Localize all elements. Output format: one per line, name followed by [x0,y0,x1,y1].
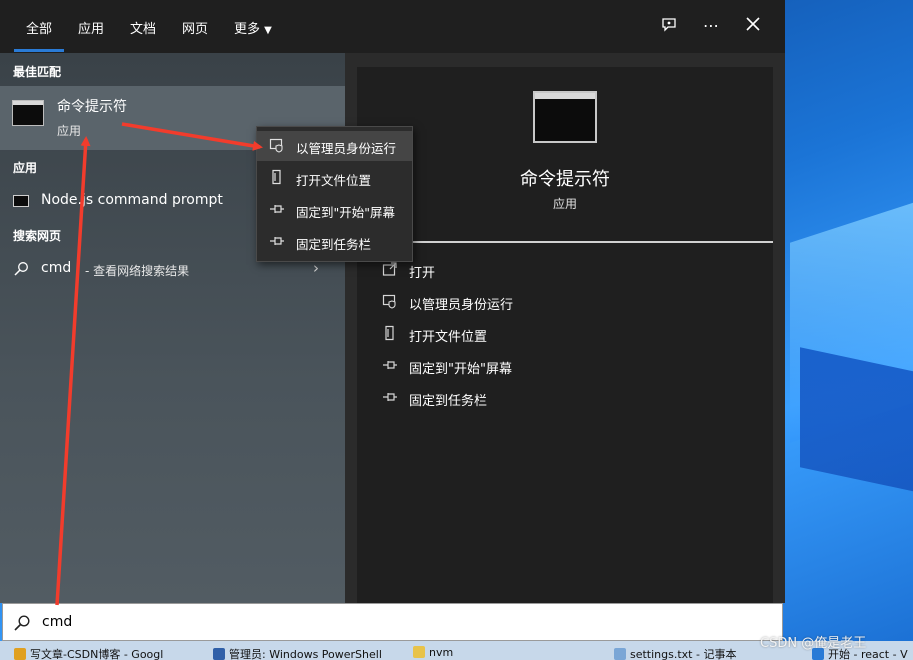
best-match-subtitle: 应用 [57,124,82,138]
shield-icon [268,137,286,155]
caret-down-icon: ▼ [264,25,272,36]
taskbar-item-nvm[interactable]: nvm [413,646,473,660]
pin-icon-svg [270,205,284,213]
taskbar-item-powershell[interactable]: 管理员: Windows PowerShell [213,646,403,660]
context-open-file-location[interactable]: 打开文件位置 [257,163,412,193]
taskbar-item-label: settings.txt - 记事本 [630,648,737,660]
chrome-icon [14,648,26,660]
apps-header: 应用 [13,161,38,175]
context-run-as-admin[interactable]: 以管理员身份运行 [257,131,412,161]
active-tab-indicator [14,49,64,52]
shield-icon [381,293,399,311]
search-icon [14,262,28,276]
tab-apps[interactable]: 应用 [78,18,104,37]
file-icon [381,325,399,343]
taskbar-item-notepad[interactable]: settings.txt - 记事本 [614,646,754,660]
context-run-as-admin-label: 以管理员身份运行 [296,141,397,156]
context-pin-to-taskbar-label: 固定到任务栏 [296,237,372,252]
pin-icon [268,201,286,219]
preview-subtitle: 应用 [552,197,577,211]
feedback-icon-svg [662,18,676,32]
shield-icon-svg [382,294,396,309]
desktop-light-shape [800,347,913,493]
folder-icon [413,646,425,658]
action-pin-to-start-label: 固定到"开始"屏幕 [409,362,512,377]
search-icon [14,615,30,631]
file-icon [268,169,286,187]
open-icon-svg [382,262,397,276]
context-pin-to-taskbar[interactable]: 固定到任务栏 [257,227,412,257]
taskbar-item-chrome[interactable]: 写文章-CSDN博客 - Googl [14,646,194,660]
search-tabs-bar: 全部 应用 文档 网页 更多 ▼ ⋯ [0,0,785,53]
tab-web[interactable]: 网页 [182,18,208,37]
context-open-file-location-label: 打开文件位置 [296,173,372,188]
preview-divider [357,241,773,243]
action-open[interactable]: 打开 [381,259,761,283]
best-match-title: 命令提示符 [57,99,127,115]
search-panel: 全部 应用 文档 网页 更多 ▼ ⋯ 最佳匹配 命令提示符 应用 应用 Node… [0,0,785,603]
tab-documents[interactable]: 文档 [130,18,156,37]
command-prompt-icon-titlebar [13,101,43,105]
powershell-icon [213,648,225,660]
search-input[interactable]: cmd [42,614,72,630]
best-match-header: 最佳匹配 [13,65,62,79]
open-icon [381,261,399,279]
pin-icon [381,389,399,407]
web-search-query: cmd [41,260,72,276]
close-icon[interactable] [743,16,763,36]
taskbar-item-label: nvm [429,646,454,659]
pin-icon [268,233,286,251]
action-open-file-location-label: 打开文件位置 [409,330,488,345]
command-prompt-large-icon [533,91,597,143]
feedback-icon[interactable] [659,16,679,36]
pin-icon [381,357,399,375]
preview-card: 命令提示符 应用 打开 以管理员身份运行 打开文件位置 固定到"开始"屏幕 固定… [357,67,773,603]
file-icon-svg [272,169,281,185]
web-search-header: 搜索网页 [13,229,62,243]
app-item-label: Node.js command prompt [41,192,223,208]
close-icon-svg [746,17,760,31]
action-open-label: 打开 [409,266,436,281]
command-prompt-icon [12,100,44,126]
context-pin-to-start-label: 固定到"开始"屏幕 [296,205,395,220]
more-icon[interactable]: ⋯ [701,16,721,36]
action-open-file-location[interactable]: 打开文件位置 [381,323,761,347]
nodejs-prompt-icon [13,195,29,207]
action-run-as-admin[interactable]: 以管理员身份运行 [381,291,761,315]
taskbar-item-label: 写文章-CSDN博客 - Googl [30,648,164,660]
taskbar-item-label: 管理员: Windows PowerShell [229,648,382,660]
preview-title: 命令提示符 [520,169,610,190]
action-pin-to-taskbar-label: 固定到任务栏 [409,394,488,409]
watermark: CSDN @俺是老王 [760,636,867,651]
pin-icon-svg [270,237,284,245]
file-icon-svg [385,325,394,341]
tab-more[interactable]: 更多 ▼ [234,18,272,37]
action-pin-to-start[interactable]: 固定到"开始"屏幕 [381,355,761,379]
notepad-icon [614,648,626,660]
context-pin-to-start[interactable]: 固定到"开始"屏幕 [257,195,412,225]
web-search-hint: - 查看网络搜索结果 [85,264,190,278]
shield-icon-svg [269,138,283,153]
pin-icon-svg [383,361,397,369]
action-run-as-admin-label: 以管理员身份运行 [409,298,514,313]
tab-all[interactable]: 全部 [26,18,52,37]
pin-icon-svg [383,393,397,401]
search-box[interactable]: cmd [2,603,783,641]
action-pin-to-taskbar[interactable]: 固定到任务栏 [381,387,761,411]
command-prompt-large-icon-titlebar [535,93,595,99]
tab-more-label: 更多 [234,22,261,37]
context-menu: 以管理员身份运行 打开文件位置 固定到"开始"屏幕 固定到任务栏 [256,126,413,262]
